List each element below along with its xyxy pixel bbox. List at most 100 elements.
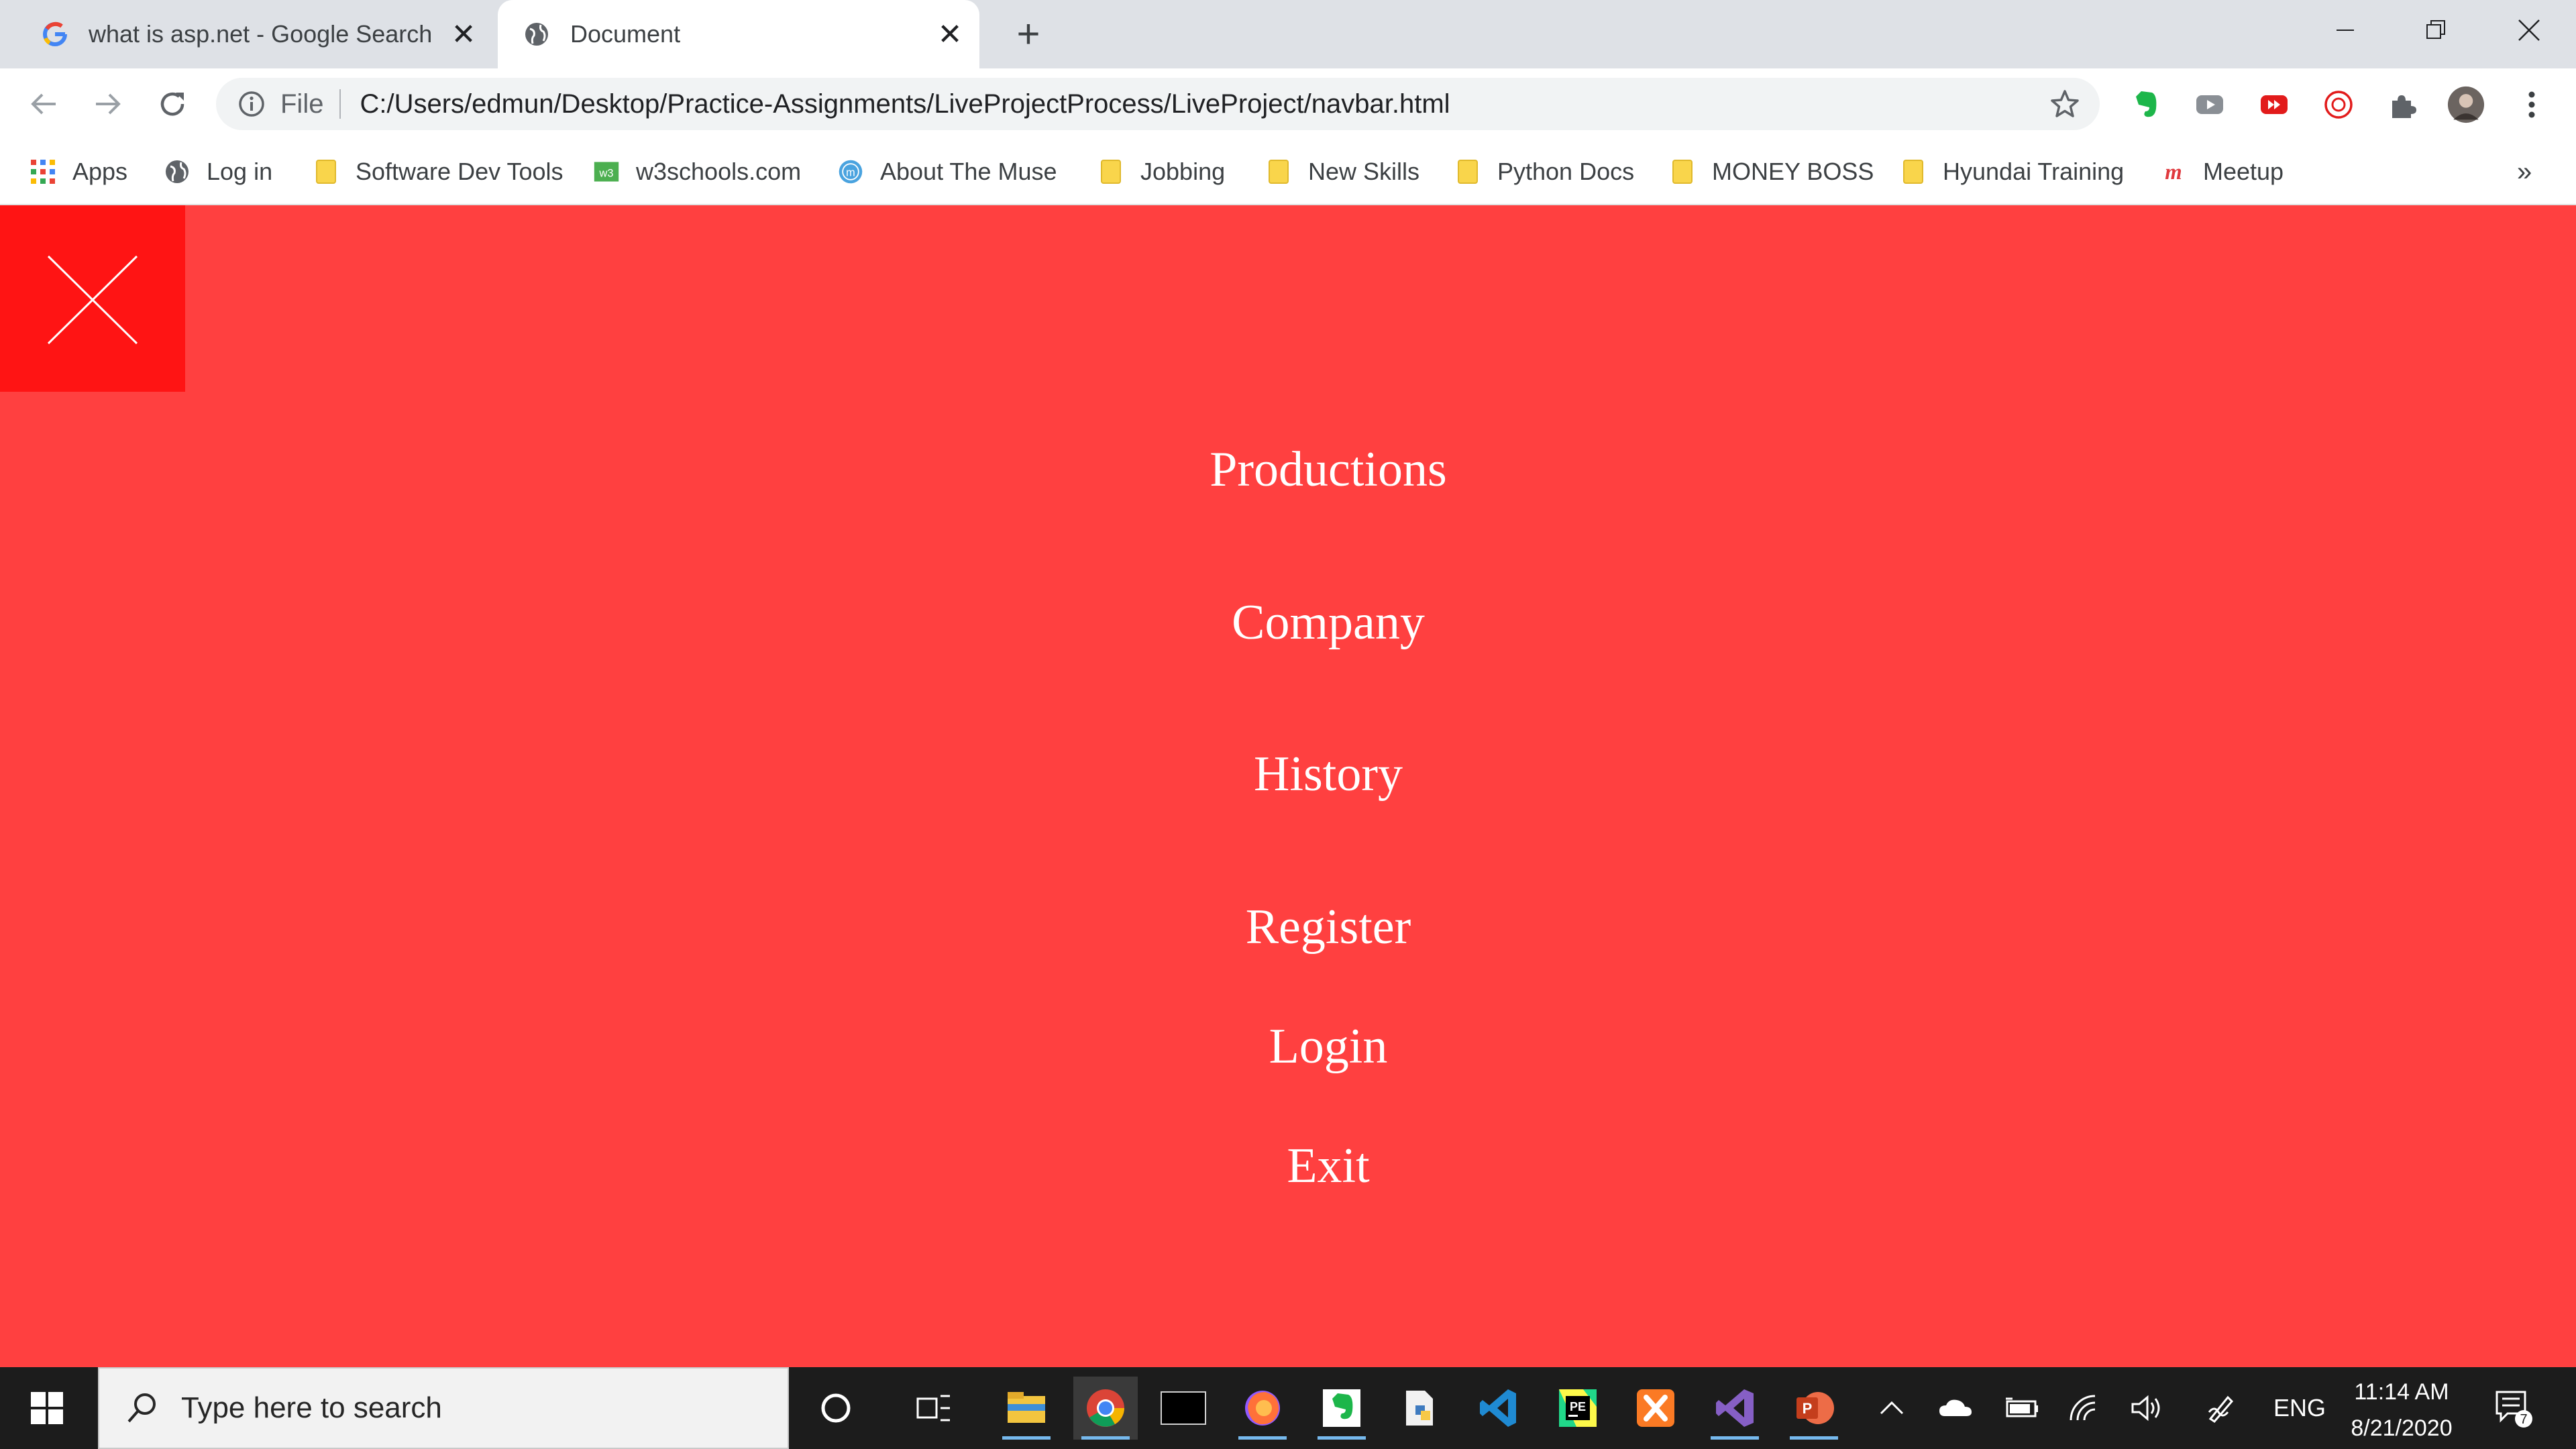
close-window-button[interactable] [2489, 0, 2569, 60]
reload-button[interactable] [149, 80, 196, 127]
taskbar-app-file-explorer[interactable] [994, 1377, 1059, 1440]
bookmark-label: w3schools.com [636, 158, 802, 185]
info-icon[interactable] [235, 87, 268, 121]
taskbar-app-terminal[interactable] [1151, 1377, 1216, 1440]
bookmark-new-skills[interactable]: New Skills [1265, 154, 1419, 189]
clock-time: 11:14 AM [2354, 1379, 2449, 1405]
svg-text:P: P [1803, 1400, 1813, 1417]
nav-link-company[interactable]: Company [0, 594, 2576, 651]
nav-link-login[interactable]: Login [0, 1018, 2576, 1075]
cortana-button[interactable] [804, 1377, 868, 1440]
bookmark-log-in[interactable]: Log in [164, 154, 272, 189]
chrome-icon [1087, 1389, 1124, 1427]
bookmark-hyundai-training[interactable]: Hyundai Training [1900, 154, 2124, 189]
meetup-icon: m [2160, 158, 2187, 185]
extensions-puzzle-icon[interactable] [2384, 86, 2422, 123]
folder-icon [1669, 158, 1696, 185]
svg-text:PE: PE [1570, 1400, 1586, 1413]
bookmark-label: Software Dev Tools [356, 158, 564, 185]
bookmark-apps[interactable]: Apps [30, 154, 127, 189]
taskbar-app-firefox[interactable] [1230, 1377, 1295, 1440]
bookmark-software-dev-tools[interactable]: Software Dev Tools [313, 154, 563, 189]
onedrive-cloud-icon[interactable] [1932, 1367, 1979, 1449]
chrome-menu-icon[interactable] [2513, 86, 2551, 123]
more-bookmarks-chevron-icon[interactable]: » [2517, 154, 2532, 189]
pen-ink-icon[interactable] [2198, 1367, 2245, 1449]
taskbar-app-chrome[interactable] [1073, 1377, 1138, 1440]
w3schools-icon: w3 [593, 158, 620, 185]
notification-count: 7 [2520, 1412, 2527, 1427]
taskbar-app-python-editor[interactable] [1387, 1377, 1452, 1440]
windows-logo-icon [31, 1392, 63, 1424]
folder-icon [1454, 158, 1481, 185]
video-extension-icon[interactable] [2191, 86, 2229, 123]
tab-strip: what is asp.net - Google Search ✕ Docume… [0, 0, 2576, 68]
battery-icon[interactable] [1998, 1367, 2045, 1449]
task-view-button[interactable] [902, 1377, 966, 1440]
restore-button[interactable] [2396, 0, 2477, 60]
address-bar[interactable]: File C:/Users/edmun/Desktop/Practice-Ass… [216, 78, 2100, 130]
task-view-icon [916, 1395, 950, 1421]
record-extension-icon[interactable] [2320, 86, 2357, 123]
wifi-icon[interactable] [2061, 1367, 2108, 1449]
running-indicator [1711, 1436, 1759, 1440]
nav-link-productions[interactable]: Productions [0, 441, 2576, 498]
evernote-icon [1323, 1389, 1360, 1427]
running-indicator [1002, 1436, 1051, 1440]
evernote-extension-icon[interactable] [2127, 86, 2164, 123]
new-tab-button[interactable]: + [1006, 12, 1051, 56]
bookmark-label: Jobbing [1140, 158, 1226, 185]
url-text[interactable]: C:/Users/edmun/Desktop/Practice-Assignme… [360, 89, 2046, 119]
volume-icon[interactable] [2124, 1367, 2171, 1449]
page-viewport: Productions Company History Register Log… [0, 205, 2576, 1367]
taskbar-app-pycharm[interactable]: PE [1546, 1377, 1610, 1440]
taskbar-app-evernote[interactable] [1309, 1377, 1374, 1440]
taskbar-search-box[interactable]: Type here to search [98, 1367, 789, 1449]
show-hidden-icons-chevron-icon[interactable] [1872, 1367, 1912, 1449]
start-button[interactable] [20, 1385, 74, 1432]
search-icon [122, 1388, 162, 1428]
folder-icon [1900, 158, 1927, 185]
profile-avatar[interactable] [2447, 86, 2485, 123]
language-indicator[interactable]: ENG [2266, 1367, 2333, 1449]
svg-text:w3: w3 [599, 167, 614, 179]
folder-icon [313, 158, 339, 185]
folder-icon [1265, 158, 1292, 185]
close-menu-button[interactable] [0, 205, 185, 392]
close-tab-icon[interactable]: ✕ [443, 17, 484, 52]
bookmark-label: MONEY BOSS [1712, 158, 1874, 185]
forward-button[interactable] [85, 80, 131, 127]
bookmark-label: Hyundai Training [1943, 158, 2125, 185]
close-tab-icon[interactable]: ✕ [930, 17, 970, 52]
bookmark-money-boss[interactable]: MONEY BOSS [1669, 154, 1874, 189]
nav-link-history[interactable]: History [0, 746, 2576, 803]
bookmark-python-docs[interactable]: Python Docs [1454, 154, 1634, 189]
taskbar-app-vscode[interactable] [1466, 1377, 1531, 1440]
tab-document[interactable]: Document ✕ [498, 0, 979, 68]
tab-title: what is asp.net - Google Search [89, 20, 433, 48]
scheme-label: File [280, 89, 324, 119]
apps-grid-icon [30, 158, 56, 185]
nav-link-exit[interactable]: Exit [0, 1138, 2576, 1195]
bookmark-jobbing[interactable]: Jobbing [1097, 154, 1225, 189]
taskbar-app-xampp[interactable] [1623, 1377, 1688, 1440]
bookmark-about-the-muse[interactable]: m About The Muse [837, 154, 1057, 189]
svg-text:m: m [2165, 160, 2182, 184]
powerpoint-icon: P [1796, 1392, 1834, 1424]
system-clock[interactable]: 11:14 AM 8/21/2020 [2334, 1374, 2469, 1446]
pycharm-icon: PE [1559, 1389, 1597, 1427]
youtube-extension-icon[interactable] [2255, 86, 2293, 123]
taskbar-app-powerpoint[interactable]: P [1782, 1377, 1846, 1440]
taskbar-app-visual-studio[interactable] [1703, 1377, 1767, 1440]
bookmark-w3schools[interactable]: w3 w3schools.com [593, 154, 801, 189]
bookmark-star-icon[interactable] [2046, 85, 2084, 123]
minimize-button[interactable] [2305, 0, 2385, 60]
windows-taskbar: Type here to search PE P ENG 11:14 AM 8/… [0, 1367, 2576, 1449]
bookmark-meetup[interactable]: m Meetup [2160, 154, 2284, 189]
tab-google-search[interactable]: what is asp.net - Google Search ✕ [0, 0, 493, 68]
xampp-icon [1637, 1389, 1674, 1427]
nav-link-register[interactable]: Register [0, 899, 2576, 956]
notification-icon: 7 [2496, 1391, 2532, 1428]
back-button[interactable] [20, 80, 67, 127]
action-center-button[interactable]: 7 [2487, 1367, 2541, 1449]
